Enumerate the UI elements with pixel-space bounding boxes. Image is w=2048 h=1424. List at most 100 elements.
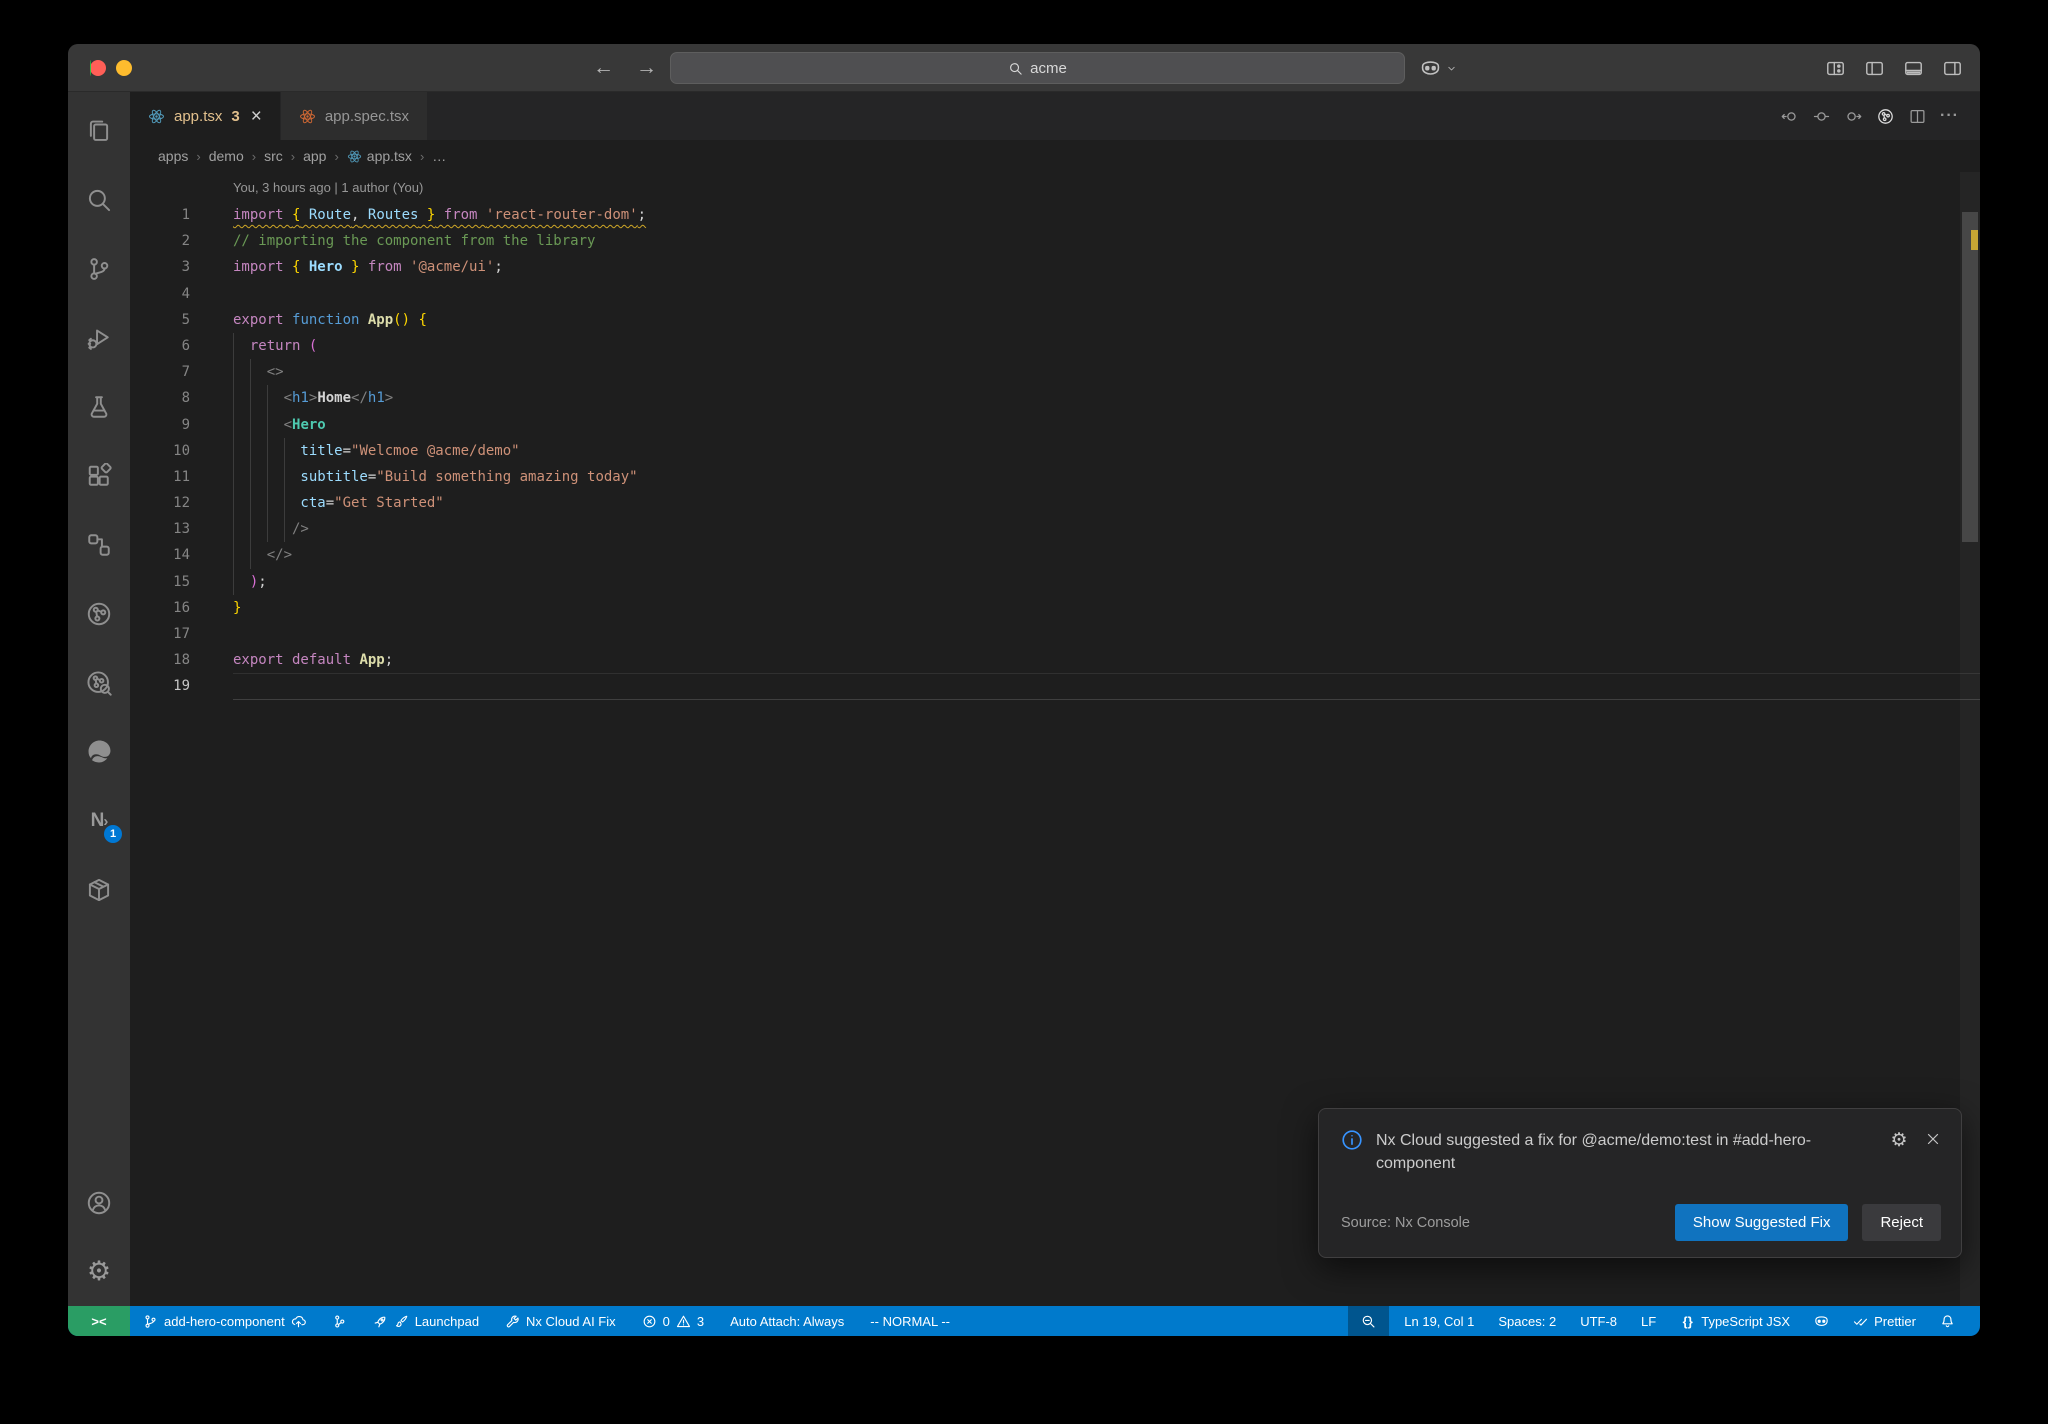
code-line[interactable]: 14 </> — [130, 542, 1980, 569]
editor-scrollbar[interactable] — [1960, 172, 1980, 1306]
activity-explorer[interactable] — [68, 96, 130, 165]
code-line[interactable]: 5 export function App() { — [130, 307, 1980, 333]
statusbar-vim-mode[interactable]: -- NORMAL -- — [861, 1306, 959, 1336]
title-bar: ← → acme — [68, 44, 1980, 92]
history-back-button[interactable]: ← — [593, 56, 614, 80]
code-line[interactable]: 9 <Hero — [130, 411, 1980, 438]
code-line[interactable]: 12 cta="Get Started" — [130, 490, 1980, 517]
activity-project-details[interactable] — [68, 648, 130, 717]
activity-extensions[interactable] — [68, 441, 130, 510]
line-number: 8 — [181, 390, 190, 407]
tab-badge: 3 — [231, 107, 240, 125]
activity-project-graph[interactable] — [68, 579, 130, 648]
code-line[interactable]: 19 — [130, 673, 1980, 700]
git-branch-icon — [143, 1314, 158, 1329]
statusbar-auto-attach[interactable]: Auto Attach: Always — [721, 1306, 853, 1336]
notification-source: Source: Nx Console — [1341, 1214, 1470, 1231]
statusbar-zoom-indicator[interactable] — [1348, 1306, 1390, 1336]
statusbar-notifications-bell[interactable] — [1931, 1306, 1964, 1336]
explorer-icon — [86, 118, 112, 144]
code-line[interactable]: 7 <> — [130, 359, 1980, 386]
code-line[interactable]: 3 import { Hero } from '@acme/ui'; — [130, 254, 1980, 280]
editor[interactable]: You, 3 hours ago | 1 author (You) 1 impor… — [130, 172, 1980, 1306]
toggle-sidebar-right-icon[interactable] — [1943, 59, 1962, 78]
tab-app.spec.tsx[interactable]: app.spec.tsx — [279, 92, 428, 140]
breadcrumb-item-demo[interactable]: demo — [209, 148, 244, 164]
history-forward-button[interactable]: → — [636, 56, 657, 80]
code-line[interactable]: 11 subtitle="Build something amazing tod… — [130, 463, 1980, 491]
activity-package-explorer[interactable] — [68, 855, 130, 924]
prev-change-icon[interactable] — [1781, 108, 1798, 125]
statusbar-cursor-position[interactable]: Ln 19, Col 1 — [1395, 1306, 1483, 1336]
code-line[interactable]: 10 title="Welcmoe @acme/demo" — [130, 437, 1980, 464]
braces-icon: {} — [1682, 1313, 1693, 1329]
tab-label: app.spec.tsx — [324, 107, 410, 125]
statusbar-launchpad[interactable]: Launchpad — [364, 1306, 488, 1336]
code-line[interactable]: 17 — [130, 621, 1980, 647]
statusbar-problems[interactable]: 03 — [633, 1306, 713, 1336]
statusbar-eol[interactable]: LF — [1632, 1306, 1665, 1336]
activity-run-debug[interactable] — [68, 303, 130, 372]
copilot-menu[interactable] — [1420, 44, 1457, 92]
statusbar-branch[interactable]: add-hero-component — [134, 1306, 315, 1336]
activity-edge-browser[interactable] — [68, 717, 130, 786]
line-number: 11 — [173, 468, 190, 485]
activity-accounts[interactable] — [68, 1168, 130, 1237]
activity-nx-console[interactable]: N› 1 — [68, 786, 130, 855]
breadcrumb-item-[interactable]: … — [432, 148, 446, 164]
toggle-sidebar-left-icon[interactable] — [1865, 59, 1884, 78]
statusbar-nx-cloud-ai-fix[interactable]: Nx Cloud AI Fix — [496, 1306, 625, 1336]
activity-settings[interactable]: ⚙ — [68, 1237, 130, 1306]
code-line[interactable]: 4 — [130, 281, 1980, 307]
customize-layout-icon[interactable] — [1826, 59, 1845, 78]
code-line[interactable]: 8 <h1>Home</h1> — [130, 385, 1980, 412]
code-line[interactable]: 13 /> — [130, 516, 1980, 543]
tab-close-icon[interactable]: × — [251, 107, 262, 126]
zoom-window-button[interactable] — [90, 60, 91, 76]
minimize-window-button[interactable] — [116, 60, 132, 76]
graph-circle-icon[interactable] — [1877, 108, 1894, 125]
statusbar-indentation[interactable]: Spaces: 2 — [1489, 1306, 1565, 1336]
command-center-search[interactable]: acme — [670, 52, 1405, 84]
code-line[interactable]: 16} — [130, 595, 1980, 621]
settings-icon: ⚙ — [86, 1256, 112, 1286]
reject-button[interactable]: Reject — [1862, 1204, 1941, 1241]
breadcrumb-item-app.tsx[interactable]: app.tsx — [347, 148, 412, 164]
rocket-icon — [373, 1314, 388, 1329]
paintbrush-icon — [394, 1314, 409, 1329]
show-suggested-fix-button[interactable]: Show Suggested Fix — [1674, 1204, 1849, 1241]
close-window-button[interactable] — [90, 60, 106, 76]
line-number: 17 — [173, 626, 190, 642]
statusbar-encoding[interactable]: UTF-8 — [1571, 1306, 1626, 1336]
tab-app.tsx[interactable]: app.tsx 3 × — [130, 92, 280, 140]
scrollbar-thumb[interactable] — [1962, 212, 1978, 542]
code-line[interactable]: 1 import { Route, Routes } from 'react-ro… — [130, 202, 1980, 228]
code-line[interactable]: 6 return ( — [130, 332, 1980, 360]
breadcrumb-item-src[interactable]: src — [264, 148, 283, 164]
statusbar-git-graph[interactable] — [323, 1306, 356, 1336]
remote-indicator[interactable]: >< — [68, 1306, 130, 1336]
code-line[interactable]: 15 ); — [130, 568, 1980, 595]
activity-testing[interactable] — [68, 372, 130, 441]
cloud-upload-icon — [291, 1314, 306, 1329]
activity-search[interactable] — [68, 165, 130, 234]
notification-close-icon[interactable] — [1925, 1131, 1941, 1147]
toggle-panel-icon[interactable] — [1904, 59, 1923, 78]
more-actions-icon[interactable]: ··· — [1940, 107, 1958, 125]
breadcrumb-item-app[interactable]: app — [303, 148, 326, 164]
code-line[interactable]: 2// importing the component from the lib… — [130, 228, 1980, 254]
activity-bar: N› 1 ⚙ — [68, 92, 130, 1306]
activity-nx-workspace[interactable] — [68, 510, 130, 579]
notification-settings-gear-icon[interactable]: ⚙ — [1890, 1131, 1908, 1150]
code-line[interactable]: 18 export default App; — [130, 647, 1980, 673]
statusbar-prettier[interactable]: Prettier — [1844, 1306, 1925, 1336]
zoom-out-icon — [1361, 1314, 1376, 1329]
react-icon — [148, 108, 165, 125]
split-editor-icon[interactable] — [1909, 108, 1926, 125]
statusbar-copilot-status[interactable] — [1805, 1306, 1838, 1336]
next-change-icon[interactable] — [1845, 108, 1862, 125]
current-change-icon[interactable] — [1813, 108, 1830, 125]
statusbar-language-mode[interactable]: {} TypeScript JSX — [1671, 1306, 1799, 1336]
breadcrumb-item-apps[interactable]: apps — [158, 148, 188, 164]
activity-source-control[interactable] — [68, 234, 130, 303]
